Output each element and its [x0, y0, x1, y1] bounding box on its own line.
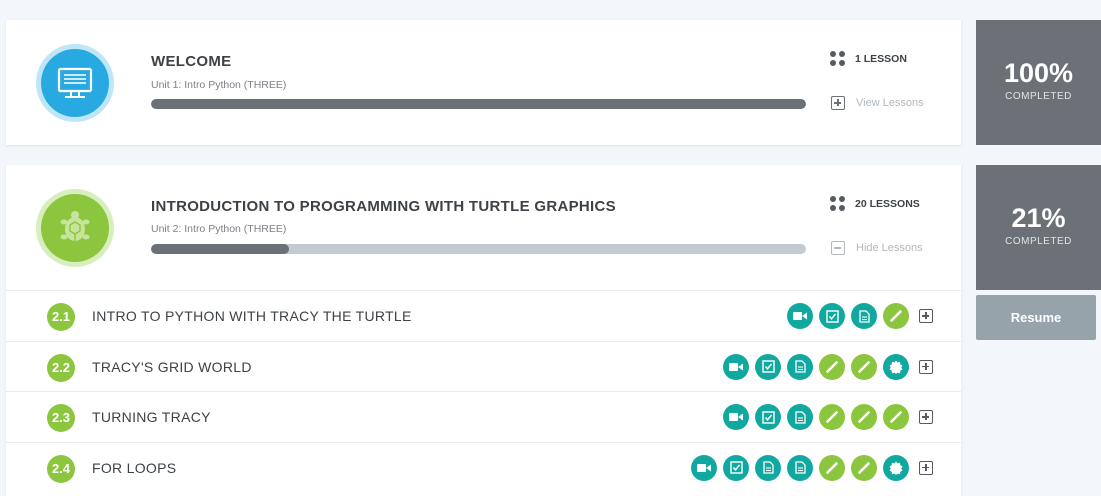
completion-box-unit-2: 21% COMPLETED	[976, 165, 1101, 290]
quiz-activity-icon[interactable]	[723, 454, 749, 481]
completion-box-unit-1: 100% COMPLETED	[976, 20, 1101, 145]
plus-box-icon	[831, 96, 845, 110]
hide-lessons-toggle[interactable]: Hide Lessons	[831, 241, 923, 255]
exercise-activity-icon[interactable]	[819, 404, 845, 430]
exercise-activity-icon[interactable]	[819, 353, 845, 380]
toggle-lessons-label: Hide Lessons	[856, 242, 923, 254]
exercise-activity-icon[interactable]	[851, 404, 877, 430]
video-activity-icon[interactable]	[723, 404, 749, 430]
document-activity-icon[interactable]	[755, 454, 781, 481]
quiz-activity-icon[interactable]	[819, 303, 845, 329]
resume-button[interactable]: Resume	[976, 295, 1096, 340]
expand-plus-icon[interactable]	[919, 309, 933, 323]
exercise-activity-icon[interactable]	[851, 353, 877, 380]
lesson-number-badge: 2.2	[47, 353, 75, 382]
lesson-row[interactable]: 2.1 INTRO TO PYTHON WITH TRACY THE TURTLE	[6, 290, 961, 340]
unit-progress-bar	[151, 99, 806, 109]
unit-subtitle: Unit 1: Intro Python (THREE)	[151, 79, 287, 91]
unit-title: INTRODUCTION TO PROGRAMMING WITH TURTLE …	[151, 198, 616, 215]
lesson-count: 1 LESSON	[830, 51, 907, 67]
exercise-activity-icon[interactable]	[851, 454, 877, 481]
document-activity-icon[interactable]	[787, 404, 813, 430]
lesson-title: FOR LOOPS	[92, 459, 177, 476]
lesson-activities	[717, 353, 933, 380]
lesson-count: 20 LESSONS	[830, 196, 920, 212]
computer-icon	[57, 67, 93, 98]
grid-dots-icon	[830, 51, 846, 67]
completion-percent: 100%	[1003, 58, 1074, 88]
grid-dots-icon	[830, 196, 846, 212]
view-lessons-toggle[interactable]: View Lessons	[831, 96, 924, 110]
lesson-row[interactable]: 2.2 TRACY'S GRID WORLD	[6, 340, 961, 391]
completion-percent: 21%	[1011, 203, 1066, 233]
minus-box-icon	[831, 241, 845, 255]
exercise-activity-icon[interactable]	[883, 404, 909, 430]
unit-progress-bar	[151, 244, 806, 254]
unit-badge	[36, 189, 114, 267]
lesson-count-label: 20 LESSONS	[855, 198, 920, 210]
lesson-number-badge: 2.3	[47, 404, 75, 432]
video-activity-icon[interactable]	[691, 454, 717, 481]
unit-subtitle: Unit 2: Intro Python (THREE)	[151, 223, 287, 235]
completion-label: COMPLETED	[1005, 91, 1072, 102]
badge-activity-icon[interactable]	[883, 353, 909, 380]
unit-title: WELCOME	[151, 53, 232, 70]
lesson-number-badge: 2.1	[47, 303, 75, 331]
lesson-activities	[781, 303, 933, 329]
expand-plus-icon[interactable]	[919, 410, 933, 424]
unit-progress-fill	[151, 99, 806, 109]
document-activity-icon[interactable]	[851, 303, 877, 329]
expand-plus-icon[interactable]	[919, 460, 933, 475]
lesson-title: TURNING TRACY	[92, 409, 211, 425]
lesson-activities	[717, 404, 933, 430]
expand-plus-icon[interactable]	[919, 359, 933, 374]
video-activity-icon[interactable]	[723, 353, 749, 380]
exercise-activity-icon[interactable]	[883, 303, 909, 329]
toggle-lessons-label: View Lessons	[856, 97, 924, 109]
lesson-count-label: 1 LESSON	[855, 53, 907, 65]
badge-activity-icon[interactable]	[883, 454, 909, 481]
unit-progress-fill	[151, 244, 289, 254]
lesson-row[interactable]: 2.3 TURNING TRACY	[6, 391, 961, 441]
video-activity-icon[interactable]	[787, 303, 813, 329]
unit-card-turtle-graphics: INTRODUCTION TO PROGRAMMING WITH TURTLE …	[6, 165, 961, 496]
lesson-number-badge: 2.4	[47, 454, 75, 483]
document-activity-icon[interactable]	[787, 353, 813, 380]
lesson-title: INTRO TO PYTHON WITH TRACY THE TURTLE	[92, 308, 412, 324]
unit-badge	[36, 44, 114, 122]
unit-card-welcome: WELCOME Unit 1: Intro Python (THREE) 1 L…	[6, 20, 961, 145]
exercise-activity-icon[interactable]	[819, 454, 845, 481]
document-activity-icon[interactable]	[787, 454, 813, 481]
lesson-activities	[685, 454, 933, 481]
quiz-activity-icon[interactable]	[755, 404, 781, 430]
quiz-activity-icon[interactable]	[755, 353, 781, 380]
completion-label: COMPLETED	[1005, 236, 1072, 247]
turtle-icon	[60, 211, 90, 241]
lesson-title: TRACY'S GRID WORLD	[92, 358, 252, 375]
lesson-row[interactable]: 2.4 FOR LOOPS	[6, 441, 961, 492]
